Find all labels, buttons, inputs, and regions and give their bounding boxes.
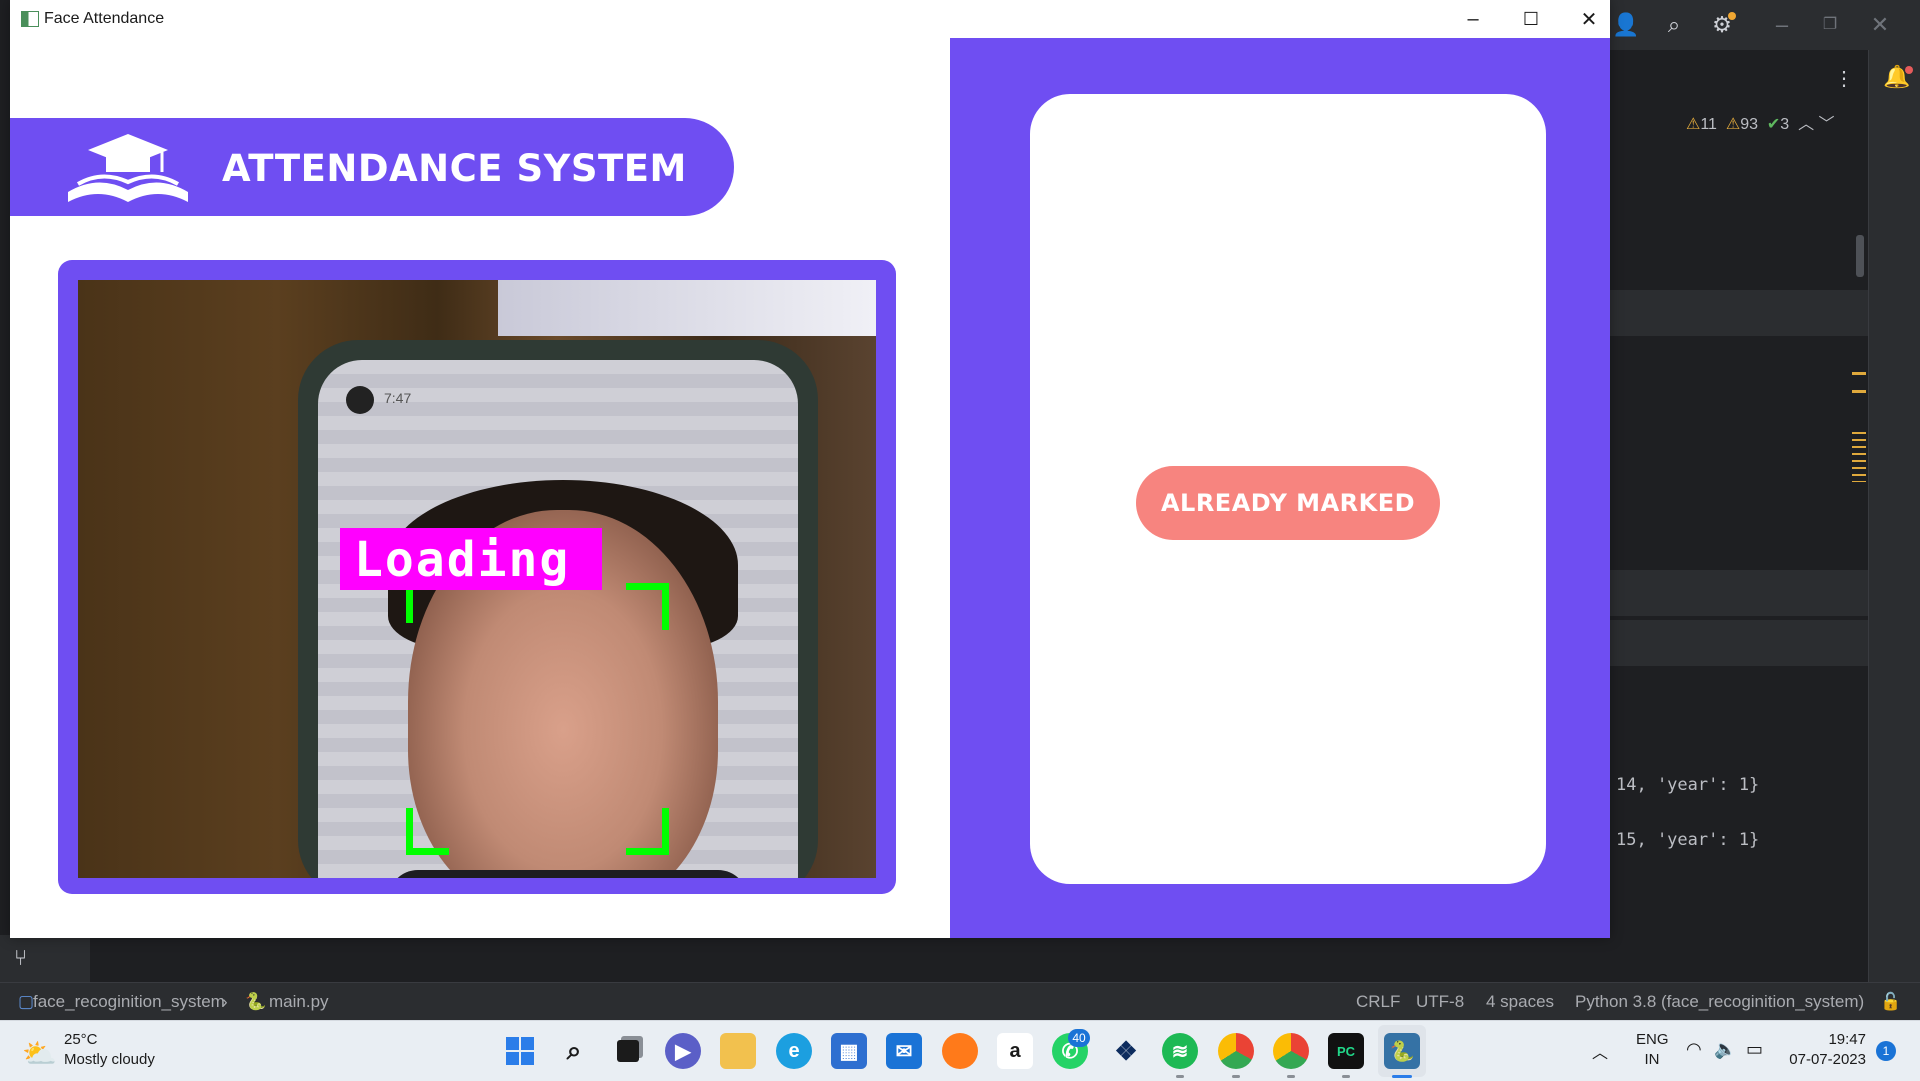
face-box-corner <box>626 808 669 855</box>
phone-camera-hole <box>346 386 374 414</box>
running-indicator <box>1287 1075 1295 1078</box>
clock-time[interactable]: 19:47 <box>1786 1031 1866 1048</box>
breadcrumb-file[interactable]: main.py <box>269 992 329 1012</box>
edge-icon[interactable]: e <box>776 1033 812 1069</box>
maximize-button[interactable]: ☐ <box>1502 0 1560 38</box>
search-icon[interactable]: ⌕ <box>1660 11 1688 39</box>
project-icon: ▢ <box>18 992 35 1011</box>
camera-frame: 7:47 Loading <box>58 260 896 894</box>
weather-temp[interactable]: 25°C <box>64 1031 98 1048</box>
start-icon[interactable] <box>502 1033 538 1069</box>
graduation-book-icon <box>68 134 188 202</box>
running-indicator <box>1176 1075 1184 1078</box>
close-button[interactable]: ✕ <box>1560 0 1618 38</box>
weather-icon[interactable]: ⛅ <box>22 1037 57 1070</box>
face-attendance-window: Face Attendance – ☐ ✕ ATTENDANCE SYSTEM <box>10 0 1610 938</box>
camera-feed: 7:47 Loading <box>78 280 876 878</box>
ide-close-icon[interactable]: ✕ <box>1866 11 1894 39</box>
active-indicator <box>1392 1075 1412 1078</box>
indent-setting[interactable]: 4 spaces <box>1486 992 1554 1012</box>
error-stripe-mark[interactable] <box>1852 390 1866 393</box>
code-line: 15, 'year': 1} <box>1616 830 1760 850</box>
chevron-up-icon[interactable]: ︿ <box>1798 116 1814 133</box>
ide-highlight-band <box>1610 570 1868 616</box>
firefox-icon[interactable] <box>942 1033 978 1069</box>
windows-taskbar: ⛅ 25°C Mostly cloudy ⌕ ▶ e ▦ ✉ a ✆ 40 ❖ … <box>0 1020 1920 1081</box>
weather-desc[interactable]: Mostly cloudy <box>64 1051 155 1068</box>
line-ending[interactable]: CRLF <box>1356 992 1400 1012</box>
breadcrumb-project[interactable]: face_recoginition_system <box>33 992 225 1012</box>
error-stripe-mark[interactable] <box>1852 372 1866 375</box>
face-box-corner <box>626 583 669 630</box>
editor-scrollbar[interactable] <box>1856 235 1864 277</box>
chrome-icon[interactable] <box>1218 1033 1254 1069</box>
error-stripe-marks[interactable] <box>1852 432 1866 482</box>
git-branch-icon[interactable]: ⑂ <box>14 945 27 971</box>
running-indicator <box>1342 1075 1350 1078</box>
banner: ATTENDANCE SYSTEM <box>10 118 734 216</box>
whatsapp-badge: 40 <box>1068 1029 1090 1047</box>
running-indicator <box>1232 1075 1240 1078</box>
amazon-icon[interactable]: a <box>997 1033 1033 1069</box>
python-interpreter[interactable]: Python 3.8 (face_recoginition_system) <box>1575 992 1864 1012</box>
battery-icon[interactable]: ▭ <box>1746 1039 1763 1060</box>
chrome-profile-icon[interactable] <box>1273 1033 1309 1069</box>
loading-label: Loading <box>354 532 571 588</box>
warning-icon: ⚠ <box>1686 116 1701 133</box>
pycharm-icon[interactable]: PC <box>1328 1033 1364 1069</box>
python-app-icon[interactable]: 🐍 <box>1384 1033 1420 1069</box>
phone-screen: 7:47 <box>318 360 798 878</box>
ide-toolbar: 👤 ⌕ ⚙ – ❐ ✕ <box>1608 0 1920 50</box>
ide-highlight-band <box>1610 290 1868 336</box>
dropbox-icon[interactable]: ❖ <box>1108 1033 1144 1069</box>
store-icon[interactable]: ▦ <box>831 1033 867 1069</box>
background-wall <box>498 280 876 336</box>
phone-clock: 7:47 <box>384 390 412 406</box>
notification-badge[interactable]: 1 <box>1876 1041 1896 1061</box>
search-icon[interactable]: ⌕ <box>556 1033 592 1069</box>
language-top[interactable]: ENG <box>1636 1031 1669 1048</box>
clock-date[interactable]: 07-07-2023 <box>1780 1051 1866 1068</box>
settings-badge <box>1728 12 1736 20</box>
ide-statusbar: ▢ face_recoginition_system › 🐍 main.py C… <box>0 982 1920 1021</box>
chat-icon[interactable]: ▶ <box>665 1033 701 1069</box>
file-encoding[interactable]: UTF-8 <box>1416 992 1464 1012</box>
chevron-down-icon[interactable]: ﹀ <box>1819 116 1835 133</box>
mail-icon[interactable]: ✉ <box>886 1033 922 1069</box>
breadcrumb-separator-icon: › <box>222 992 228 1011</box>
inspection-widget[interactable]: ⚠11 ⚠93 ✔3 ︿ ﹀ <box>1686 110 1835 134</box>
window-title: Face Attendance <box>44 10 165 27</box>
window-titlebar[interactable]: Face Attendance – ☐ ✕ <box>10 0 1610 39</box>
ide-restore-icon[interactable]: ❐ <box>1816 11 1844 39</box>
file-explorer-icon[interactable] <box>720 1033 756 1069</box>
chevron-up-icon[interactable]: ︿ <box>1592 1039 1608 1063</box>
language-bottom[interactable]: IN <box>1636 1051 1668 1068</box>
wifi-icon[interactable]: ◠ <box>1686 1039 1702 1060</box>
page-title: ATTENDANCE SYSTEM <box>222 147 687 190</box>
warning-icon: ⚠ <box>1725 116 1741 133</box>
ide-right-toolwindow-bar: 🔔 <box>1868 50 1920 990</box>
lock-icon[interactable]: 🔓 <box>1880 992 1901 1012</box>
check-icon: ✔ <box>1766 116 1781 133</box>
left-pane: ATTENDANCE SYSTEM 7:47 Loading <box>10 38 950 938</box>
already-marked-button[interactable]: ALREADY MARKED <box>1136 466 1440 540</box>
volume-icon[interactable]: 🔈 <box>1714 1039 1736 1060</box>
app-icon <box>21 11 39 27</box>
face-suit <box>388 870 748 878</box>
loading-overlay: Loading <box>340 528 602 590</box>
more-options-icon[interactable]: ⋮ <box>1834 66 1854 91</box>
ide-highlight-band <box>1610 620 1868 666</box>
phone-in-frame: 7:47 <box>298 340 818 878</box>
notification-dot <box>1905 66 1913 74</box>
code-line: 14, 'year': 1} <box>1616 775 1760 795</box>
spotify-icon[interactable]: ≋ <box>1162 1033 1198 1069</box>
ide-minimize-icon[interactable]: – <box>1768 11 1796 39</box>
face-box-corner <box>406 808 449 855</box>
task-view-icon[interactable] <box>610 1033 646 1069</box>
python-file-icon: 🐍 <box>245 992 267 1011</box>
minimize-button[interactable]: – <box>1444 0 1502 38</box>
